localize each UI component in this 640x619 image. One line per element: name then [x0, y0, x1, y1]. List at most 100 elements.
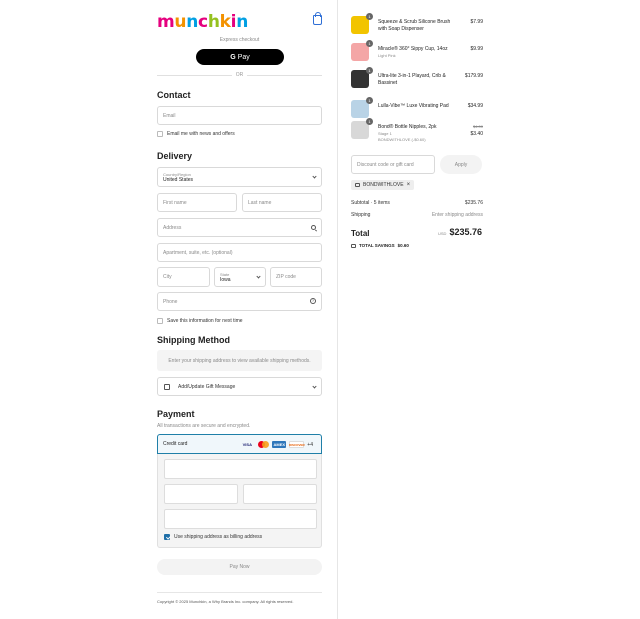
country-select[interactable]: Country/Region United States — [157, 167, 322, 187]
search-icon — [311, 225, 316, 230]
apartment-field[interactable]: Apartment, suite, etc. (optional) — [157, 243, 322, 262]
quantity-badge: 1 — [366, 118, 373, 125]
more-cards-label: +4 — [307, 441, 313, 448]
footer-divider — [157, 592, 322, 593]
applied-discount-tag: BONDWITHLOVE × — [351, 180, 415, 190]
billing-same-label: Use shipping address as billing address — [174, 534, 263, 540]
shipping-heading: Shipping Method — [157, 335, 230, 345]
city-field[interactable]: City — [157, 267, 210, 287]
save-info-row[interactable]: Save this information for next time — [157, 318, 243, 324]
shopping-bag-icon[interactable] — [313, 12, 322, 25]
original-price: $4.00 — [472, 124, 483, 129]
news-checkbox-row[interactable]: Email me with news and offers — [157, 131, 235, 137]
total-label: Total — [351, 229, 370, 238]
google-pay-button[interactable]: G Pay — [196, 49, 284, 65]
quantity-badge: 1 — [366, 40, 373, 47]
card-logos: VISA AMEX DISCOVER +4 — [240, 441, 313, 448]
product-variant: Stage 1 — [378, 131, 392, 136]
zip-field[interactable]: ZIP code — [270, 267, 322, 287]
apartment-placeholder: Apartment, suite, etc. (optional) — [163, 249, 233, 256]
name-on-card-field[interactable] — [164, 509, 317, 529]
phone-placeholder: Phone — [163, 298, 178, 305]
expiry-field[interactable] — [164, 484, 238, 504]
tag-icon — [351, 243, 356, 248]
pay-now-button[interactable]: Pay Now — [157, 559, 322, 575]
zip-placeholder: ZIP code — [276, 274, 296, 280]
currency-label: USD — [438, 231, 447, 236]
gift-icon — [164, 384, 170, 390]
amex-icon: AMEX — [272, 441, 287, 448]
visa-icon: VISA — [242, 442, 252, 447]
total-value: $235.76 — [449, 227, 482, 237]
logo-letter: c — [198, 12, 208, 32]
credit-card-label: Credit card — [163, 441, 188, 447]
brand-logo[interactable]: munchkin — [157, 12, 248, 32]
billing-same-row[interactable]: Use shipping address as billing address — [164, 534, 262, 540]
order-summary-panel — [337, 0, 640, 619]
quantity-badge: 1 — [366, 13, 373, 20]
product-name: Bond® Bottle Nipples, 2pk — [378, 124, 437, 130]
total-amount: USD $235.76 — [438, 227, 482, 237]
gift-message-label: Add/Update Gift Message — [178, 383, 236, 390]
subtotal-row: Subtotal · 5 items $235.76 — [351, 200, 483, 206]
or-divider: OR — [157, 72, 322, 78]
email-placeholder: Email — [163, 112, 176, 119]
quantity-badge: 1 — [366, 67, 373, 74]
state-value: Iowa — [220, 276, 231, 283]
card-form: Use shipping address as billing address — [157, 454, 322, 548]
phone-field[interactable]: Phone ? — [157, 292, 322, 311]
delivery-heading: Delivery — [157, 151, 193, 161]
state-select[interactable]: State Iowa — [214, 267, 266, 287]
gift-message-toggle[interactable]: Add/Update Gift Message — [157, 377, 322, 396]
product-name: Lulla-Vibe™ Luxe Vibrating Pad — [378, 103, 449, 109]
card-number-field[interactable] — [164, 459, 317, 479]
last-name-placeholder: Last name — [248, 199, 272, 206]
help-icon[interactable]: ? — [310, 298, 316, 304]
email-field[interactable]: Email — [157, 106, 322, 125]
shipping-row: Shipping Enter shipping address — [351, 212, 483, 218]
item-price: $7.99 — [470, 19, 483, 25]
shipping-value: Enter shipping address — [431, 212, 483, 218]
save-info-checkbox[interactable] — [157, 318, 163, 324]
discount-placeholder: Discount code or gift card — [357, 161, 414, 168]
address-field[interactable]: Address — [157, 218, 322, 237]
chevron-down-icon — [256, 274, 261, 279]
apply-button[interactable]: Apply — [440, 155, 482, 174]
credit-card-option[interactable]: Credit card VISA AMEX DISCOVER +4 — [157, 434, 322, 454]
first-name-field[interactable]: First name — [157, 193, 237, 212]
discount-code-field[interactable]: Discount code or gift card — [351, 155, 435, 174]
news-label: Email me with news and offers — [167, 131, 235, 137]
tag-icon — [355, 183, 360, 187]
product-variant: Light Pink — [378, 53, 396, 58]
city-placeholder: City — [163, 274, 172, 280]
chevron-down-icon — [312, 174, 317, 179]
remove-discount-icon[interactable]: × — [407, 182, 411, 188]
chevron-down-icon — [312, 383, 317, 389]
or-label: OR — [235, 72, 244, 78]
total-savings: TOTAL SAVINGS $0.60 — [351, 243, 409, 248]
logo-letter: n — [186, 12, 199, 32]
savings-label: TOTAL SAVINGS — [359, 243, 395, 248]
item-price: $3.40 — [470, 131, 483, 137]
news-checkbox[interactable] — [157, 131, 163, 137]
address-placeholder: Address — [163, 224, 182, 231]
logo-letter: h — [207, 12, 220, 32]
item-price: $34.99 — [467, 103, 483, 109]
shipping-label: Shipping — [351, 212, 371, 218]
item-price: $9.99 — [470, 46, 483, 52]
shipping-notice: Enter your shipping address to view avai… — [157, 350, 322, 371]
country-value: United States — [163, 176, 194, 183]
security-code-field[interactable] — [243, 484, 317, 504]
item-discount: BONDWITHLOVE (-$0.60) — [378, 137, 426, 142]
mastercard-icon — [257, 441, 270, 448]
last-name-field[interactable]: Last name — [242, 193, 322, 212]
contact-heading: Contact — [157, 90, 191, 100]
copyright: Copyright © 2025 Munchkin, a Why Brands … — [157, 599, 294, 604]
product-name: Squeeze & Scrub Silicone Brush with Soap… — [378, 19, 451, 32]
item-price: $179.99 — [464, 73, 483, 79]
logo-letter: u — [174, 12, 187, 32]
product-name: Miracle® 360° Sippy Cup, 14oz — [378, 46, 448, 52]
secure-note: All transactions are secure and encrypte… — [157, 423, 251, 429]
billing-same-checkbox[interactable] — [164, 534, 170, 540]
logo-letter: n — [236, 12, 248, 32]
